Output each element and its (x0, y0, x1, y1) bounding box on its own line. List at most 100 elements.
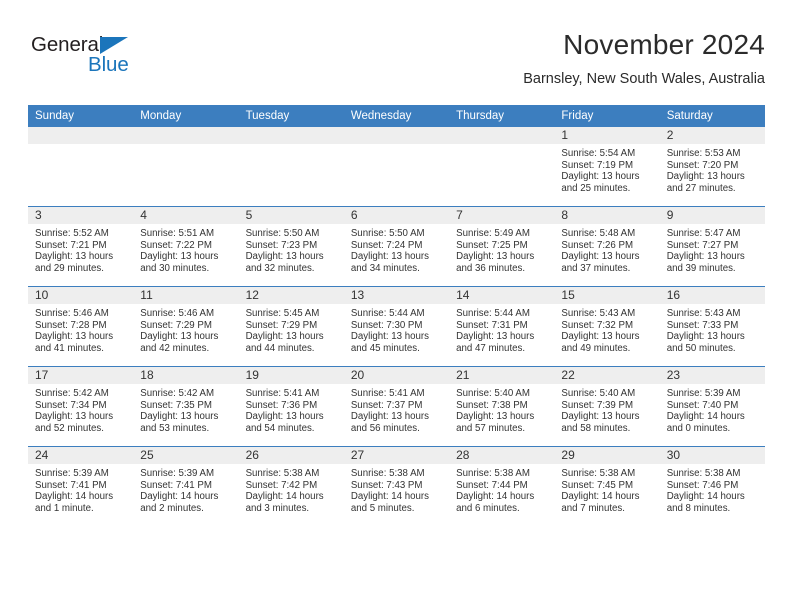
title-block: November 2024 Barnsley, New South Wales,… (523, 28, 765, 89)
calendar-day-cell[interactable]: 8 Sunrise: 5:48 AM Sunset: 7:26 PM Daylight… (554, 206, 660, 287)
calendar-day-cell[interactable]: 5 Sunrise: 5:50 AM Sunset: 7:23 PM Daylight… (238, 206, 344, 287)
calendar-day-cell-empty (28, 127, 134, 207)
sunrise-text: Sunrise: 5:38 AM (561, 468, 636, 479)
calendar-day-cell[interactable]: 19 Sunrise: 5:41 AM Sunset: 7:36 PM Dayligh… (238, 366, 344, 447)
sunset-text: Sunset: 7:23 PM (245, 239, 318, 251)
weekday-header-tuesday: Tuesday (238, 105, 344, 127)
calendar-day-cell[interactable]: 20 Sunrise: 5:41 AM Sunset: 7:37 PM Dayligh… (343, 366, 450, 447)
weekday-header-wednesday: Wednesday (343, 105, 450, 127)
calendar-day-cell[interactable]: 10 Sunrise: 5:46 AM Sunset: 7:28 PM Dayligh… (28, 286, 134, 367)
day-details: Sunrise: 5:53 AM Sunset: 7:20 PM Daylight:… (660, 144, 765, 194)
day-number: 9 (659, 207, 765, 224)
daylight-text: Daylight: 14 hours and 0 minutes. (666, 411, 745, 434)
day-details: Sunrise: 5:49 AM Sunset: 7:25 PM Daylight:… (449, 224, 554, 274)
calendar-week-row: 17 Sunrise: 5:42 AM Sunset: 7:34 PM Dayligh… (28, 366, 765, 447)
calendar-day-cell[interactable]: 24 Sunrise: 5:39 AM Sunset: 7:41 PM Dayligh… (28, 446, 134, 526)
day-details: Sunrise: 5:44 AM Sunset: 7:30 PM Daylight:… (344, 304, 449, 354)
sunset-text: Sunset: 7:35 PM (140, 399, 212, 411)
day-details: Sunrise: 5:47 AM Sunset: 7:27 PM Daylight:… (660, 224, 765, 274)
sunrise-text: Sunrise: 5:44 AM (456, 308, 530, 319)
calendar-day-cell[interactable]: 30 Sunrise: 5:38 AM Sunset: 7:46 PM Dayligh… (659, 446, 765, 526)
daylight-text: Daylight: 13 hours and 45 minutes. (350, 331, 429, 354)
day-number: 5 (238, 207, 344, 224)
daylight-text: Daylight: 13 hours and 53 minutes. (140, 411, 219, 434)
day-number: 10 (28, 287, 134, 304)
calendar-day-cell[interactable]: 21 Sunrise: 5:40 AM Sunset: 7:38 PM Dayligh… (449, 366, 555, 447)
sunset-text: Sunset: 7:21 PM (35, 239, 107, 251)
calendar-day-cell[interactable]: 17 Sunrise: 5:42 AM Sunset: 7:34 PM Dayligh… (28, 366, 134, 447)
sunrise-text: Sunrise: 5:38 AM (350, 468, 425, 479)
day-number (28, 127, 134, 144)
sunrise-text: Sunrise: 5:41 AM (245, 388, 320, 399)
sunset-text: Sunset: 7:29 PM (245, 319, 318, 331)
day-details: Sunrise: 5:38 AM Sunset: 7:46 PM Daylight:… (660, 464, 765, 514)
day-details: Sunrise: 5:38 AM Sunset: 7:44 PM Daylight:… (449, 464, 554, 514)
calendar-day-cell[interactable]: 15 Sunrise: 5:43 AM Sunset: 7:32 PM Dayligh… (554, 286, 660, 367)
calendar-day-cell-empty (343, 127, 450, 207)
day-number: 6 (343, 207, 450, 224)
day-number: 26 (238, 447, 344, 464)
daylight-text: Daylight: 14 hours and 5 minutes. (350, 491, 429, 514)
daylight-text: Daylight: 13 hours and 41 minutes. (35, 331, 114, 354)
calendar-day-cell[interactable]: 6 Sunrise: 5:50 AM Sunset: 7:24 PM Daylight… (343, 206, 450, 287)
calendar-day-cell[interactable]: 28 Sunrise: 5:38 AM Sunset: 7:44 PM Dayligh… (449, 446, 555, 526)
day-number: 30 (659, 447, 765, 464)
day-number: 15 (554, 287, 660, 304)
calendar-day-cell[interactable]: 27 Sunrise: 5:38 AM Sunset: 7:43 PM Dayligh… (343, 446, 450, 526)
calendar-day-cell[interactable]: 26 Sunrise: 5:38 AM Sunset: 7:42 PM Dayligh… (238, 446, 344, 526)
day-details: Sunrise: 5:39 AM Sunset: 7:40 PM Daylight:… (660, 384, 765, 434)
sunset-text: Sunset: 7:25 PM (456, 239, 528, 251)
day-details: Sunrise: 5:41 AM Sunset: 7:37 PM Daylight:… (344, 384, 449, 434)
sunrise-text: Sunrise: 5:40 AM (456, 388, 530, 399)
sunset-text: Sunset: 7:19 PM (561, 159, 634, 171)
calendar-day-cell[interactable]: 29 Sunrise: 5:38 AM Sunset: 7:45 PM Dayligh… (554, 446, 660, 526)
day-number: 8 (554, 207, 660, 224)
daylight-text: Daylight: 13 hours and 39 minutes. (666, 251, 745, 274)
daylight-text: Daylight: 14 hours and 2 minutes. (140, 491, 219, 514)
day-details: Sunrise: 5:54 AM Sunset: 7:19 PM Daylight:… (554, 144, 659, 194)
sunset-text: Sunset: 7:31 PM (456, 319, 528, 331)
calendar-day-cell[interactable]: 3 Sunrise: 5:52 AM Sunset: 7:21 PM Daylight… (28, 206, 134, 287)
sunrise-text: Sunrise: 5:38 AM (456, 468, 530, 479)
day-number: 18 (133, 367, 239, 384)
daylight-text: Daylight: 13 hours and 30 minutes. (140, 251, 219, 274)
calendar-week-row: 24 Sunrise: 5:39 AM Sunset: 7:41 PM Dayligh… (28, 446, 765, 526)
calendar-day-cell[interactable]: 2 Sunrise: 5:53 AM Sunset: 7:20 PM Daylight… (659, 127, 765, 207)
calendar-day-cell[interactable]: 12 Sunrise: 5:45 AM Sunset: 7:29 PM Dayligh… (238, 286, 344, 367)
day-number: 14 (449, 287, 555, 304)
calendar-day-cell[interactable]: 14 Sunrise: 5:44 AM Sunset: 7:31 PM Dayligh… (449, 286, 555, 367)
day-details: Sunrise: 5:39 AM Sunset: 7:41 PM Daylight:… (28, 464, 133, 514)
day-number: 3 (28, 207, 134, 224)
calendar-day-cell[interactable]: 22 Sunrise: 5:40 AM Sunset: 7:39 PM Dayligh… (554, 366, 660, 447)
day-details: Sunrise: 5:46 AM Sunset: 7:28 PM Daylight:… (28, 304, 133, 354)
daylight-text: Daylight: 13 hours and 47 minutes. (456, 331, 535, 354)
calendar-day-cell[interactable]: 25 Sunrise: 5:39 AM Sunset: 7:41 PM Dayligh… (133, 446, 239, 526)
calendar-day-cell[interactable]: 1 Sunrise: 5:54 AM Sunset: 7:19 PM Daylight… (554, 127, 660, 207)
calendar-day-cell[interactable]: 23 Sunrise: 5:39 AM Sunset: 7:40 PM Dayligh… (659, 366, 765, 447)
day-number: 21 (449, 367, 555, 384)
calendar-day-cell[interactable]: 7 Sunrise: 5:49 AM Sunset: 7:25 PM Daylight… (449, 206, 555, 287)
day-number: 28 (449, 447, 555, 464)
sunset-text: Sunset: 7:36 PM (245, 399, 318, 411)
day-details: Sunrise: 5:50 AM Sunset: 7:23 PM Daylight:… (239, 224, 344, 274)
sunrise-text: Sunrise: 5:49 AM (456, 228, 530, 239)
calendar-day-cell[interactable]: 11 Sunrise: 5:46 AM Sunset: 7:29 PM Dayligh… (133, 286, 239, 367)
daylight-text: Daylight: 13 hours and 57 minutes. (456, 411, 535, 434)
calendar-day-cell[interactable]: 9 Sunrise: 5:47 AM Sunset: 7:27 PM Daylight… (659, 206, 765, 287)
day-details: Sunrise: 5:39 AM Sunset: 7:41 PM Daylight:… (133, 464, 238, 514)
calendar-day-cell[interactable]: 16 Sunrise: 5:43 AM Sunset: 7:33 PM Dayligh… (659, 286, 765, 367)
sunrise-text: Sunrise: 5:46 AM (140, 308, 215, 319)
sunrise-text: Sunrise: 5:54 AM (561, 148, 636, 159)
day-number: 2 (659, 127, 765, 144)
day-number: 7 (449, 207, 555, 224)
sunrise-text: Sunrise: 5:39 AM (666, 388, 741, 399)
calendar-day-cell[interactable]: 13 Sunrise: 5:44 AM Sunset: 7:30 PM Dayligh… (343, 286, 450, 367)
calendar-day-cell[interactable]: 4 Sunrise: 5:51 AM Sunset: 7:22 PM Daylight… (133, 206, 239, 287)
sunrise-text: Sunrise: 5:42 AM (35, 388, 109, 399)
calendar-day-cell[interactable]: 18 Sunrise: 5:42 AM Sunset: 7:35 PM Dayligh… (133, 366, 239, 447)
day-details: Sunrise: 5:44 AM Sunset: 7:31 PM Daylight:… (449, 304, 554, 354)
day-number: 16 (659, 287, 765, 304)
sunset-text: Sunset: 7:30 PM (350, 319, 423, 331)
sunrise-text: Sunrise: 5:50 AM (350, 228, 425, 239)
calendar-week-row: 3 Sunrise: 5:52 AM Sunset: 7:21 PM Daylight… (28, 206, 765, 287)
